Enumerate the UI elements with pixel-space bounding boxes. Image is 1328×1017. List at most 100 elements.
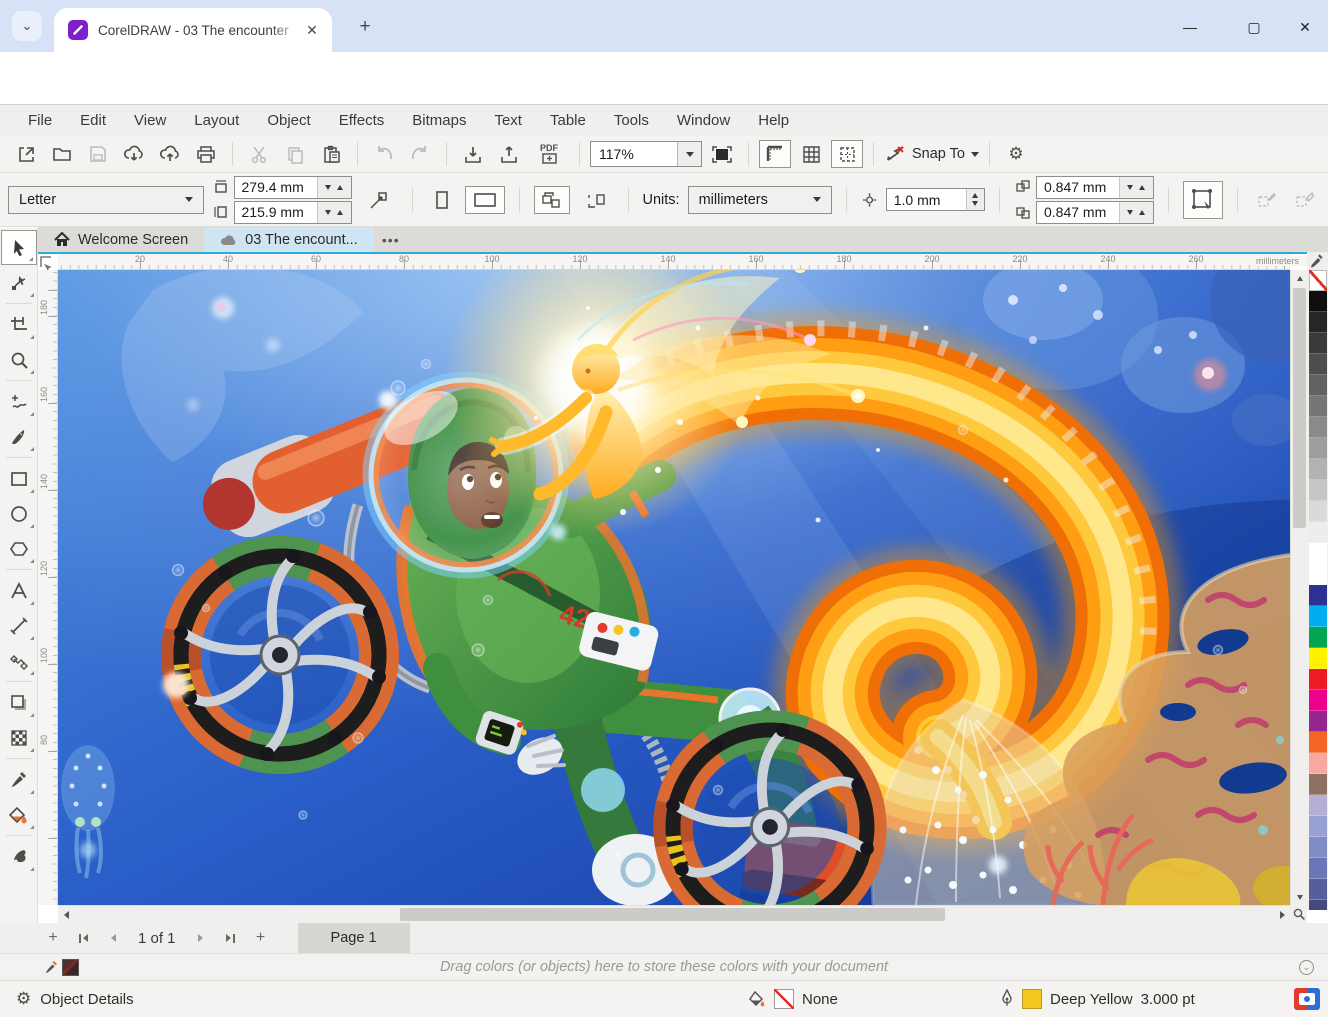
color-swatch[interactable]: [1309, 627, 1327, 648]
color-swatch[interactable]: [1309, 501, 1327, 522]
color-swatch[interactable]: [1309, 480, 1327, 501]
color-swatch[interactable]: [1309, 543, 1327, 564]
curve-tool[interactable]: [1, 384, 37, 419]
tab-welcome-screen[interactable]: Welcome Screen: [38, 227, 204, 252]
last-page-button[interactable]: [216, 924, 246, 952]
zoom-dropdown-button[interactable]: [677, 142, 701, 166]
window-minimize-button[interactable]: —: [1173, 16, 1207, 38]
landscape-orientation-button[interactable]: [465, 186, 505, 214]
nudge-distance-field[interactable]: 1.0 mm: [886, 188, 985, 211]
color-swatch[interactable]: [1309, 375, 1327, 396]
object-details-control[interactable]: ⚙ Object Details: [0, 989, 134, 1009]
edit-fill-icon[interactable]: [1252, 186, 1282, 214]
color-swatch[interactable]: [1309, 606, 1327, 627]
menu-item[interactable]: Edit: [66, 105, 120, 136]
window-maximize-button[interactable]: ▢: [1237, 16, 1271, 38]
menu-item[interactable]: Window: [663, 105, 744, 136]
polygon-tool[interactable]: [1, 531, 37, 566]
menu-item[interactable]: Text: [480, 105, 536, 136]
connector-tool[interactable]: [1, 643, 37, 678]
menu-item[interactable]: Bitmaps: [398, 105, 480, 136]
rectangle-tool[interactable]: [1, 461, 37, 496]
add-page-button[interactable]: +: [38, 924, 68, 952]
color-swatch[interactable]: [1309, 438, 1327, 459]
show-guidelines-toggle[interactable]: [831, 140, 863, 168]
add-page-button-2[interactable]: +: [246, 924, 276, 952]
duplicate-x-spinner[interactable]: [1119, 177, 1153, 198]
horizontal-scroll-thumb[interactable]: [400, 908, 945, 921]
window-close-button[interactable]: ✕: [1288, 16, 1322, 38]
duplicate-y-spinner[interactable]: [1119, 202, 1153, 223]
page-height-field[interactable]: 215.9 mm: [234, 201, 352, 224]
all-pages-button[interactable]: [534, 186, 570, 214]
undo-icon[interactable]: [368, 140, 400, 168]
palette-eyedropper-icon[interactable]: [1309, 253, 1327, 269]
zoom-tool[interactable]: [1, 342, 37, 377]
cut-icon[interactable]: [243, 140, 275, 168]
document-palette-options-icon[interactable]: ⌄: [1299, 960, 1314, 975]
browser-tab[interactable]: CorelDRAW - 03 The encounter ✕: [54, 8, 332, 52]
show-rulers-toggle[interactable]: [759, 140, 791, 168]
pick-tool[interactable]: [1, 230, 37, 265]
edit-outline-icon[interactable]: [1290, 186, 1320, 214]
smear-tool[interactable]: [1, 839, 37, 874]
scroll-down-arrow[interactable]: [1291, 889, 1308, 905]
color-management-icon[interactable]: [1294, 988, 1320, 1010]
cloud-download-icon[interactable]: [118, 140, 150, 168]
duplicate-distance-x-field[interactable]: 0.847 mm: [1036, 176, 1154, 199]
dimension-tool[interactable]: [1, 608, 37, 643]
nudge-spinner[interactable]: [966, 189, 984, 210]
menu-item[interactable]: Object: [253, 105, 324, 136]
color-swatch[interactable]: [1309, 711, 1327, 732]
color-swatch[interactable]: [1309, 522, 1327, 543]
ellipse-tool[interactable]: [1, 496, 37, 531]
text-tool[interactable]: [1, 573, 37, 608]
color-swatch[interactable]: [1309, 690, 1327, 711]
color-swatch[interactable]: [1309, 564, 1327, 585]
color-swatch[interactable]: [1309, 354, 1327, 375]
snap-to-control[interactable]: Snap To: [884, 144, 979, 164]
open-icon[interactable]: [46, 140, 78, 168]
menu-item[interactable]: Layout: [180, 105, 253, 136]
tab-overflow-button[interactable]: •••: [374, 227, 408, 252]
page-size-select[interactable]: Letter: [8, 186, 204, 214]
page-height-spinner[interactable]: [317, 202, 351, 223]
next-page-button[interactable]: [186, 924, 216, 952]
fullscreen-preview-icon[interactable]: [706, 140, 738, 168]
tab-document-active[interactable]: 03 The encount...: [204, 227, 374, 252]
publish-pdf-icon[interactable]: PDF: [529, 140, 569, 168]
show-grid-toggle[interactable]: [795, 140, 827, 168]
import-icon[interactable]: [457, 140, 489, 168]
color-swatch[interactable]: [1309, 816, 1327, 837]
drop-shadow-tool[interactable]: [1, 685, 37, 720]
ruler-origin-icon[interactable]: [38, 254, 58, 270]
color-swatch[interactable]: [1309, 774, 1327, 795]
color-swatch[interactable]: [1309, 858, 1327, 879]
color-swatch[interactable]: [1309, 459, 1327, 480]
menu-item[interactable]: Help: [744, 105, 803, 136]
horizontal-scrollbar[interactable]: [58, 905, 1290, 923]
redo-icon[interactable]: [404, 140, 436, 168]
paste-icon[interactable]: [315, 140, 347, 168]
menu-item[interactable]: Effects: [325, 105, 399, 136]
scroll-left-arrow[interactable]: [58, 906, 74, 924]
color-swatch[interactable]: [1309, 879, 1327, 900]
export-icon[interactable]: [493, 140, 525, 168]
shape-edit-tool[interactable]: [1, 265, 37, 300]
zoom-level-combobox[interactable]: 117%: [590, 141, 702, 167]
menu-item[interactable]: Tools: [600, 105, 663, 136]
save-icon[interactable]: [82, 140, 114, 168]
menu-item[interactable]: Table: [536, 105, 600, 136]
first-page-button[interactable]: [68, 924, 98, 952]
color-swatch[interactable]: [1309, 333, 1327, 354]
color-eyedropper-tool[interactable]: [1, 762, 37, 797]
zoom-corner-icon[interactable]: [1290, 905, 1307, 923]
copy-icon[interactable]: [279, 140, 311, 168]
color-swatch[interactable]: [1309, 312, 1327, 333]
vertical-ruler[interactable]: 18016014012010080: [38, 270, 58, 905]
outline-status[interactable]: Deep Yellow 3.000 pt: [1000, 989, 1195, 1009]
color-swatch[interactable]: [1309, 669, 1327, 690]
fill-status[interactable]: None: [748, 989, 838, 1009]
treat-as-filled-toggle[interactable]: [1183, 181, 1223, 219]
current-page-button[interactable]: [578, 186, 614, 214]
